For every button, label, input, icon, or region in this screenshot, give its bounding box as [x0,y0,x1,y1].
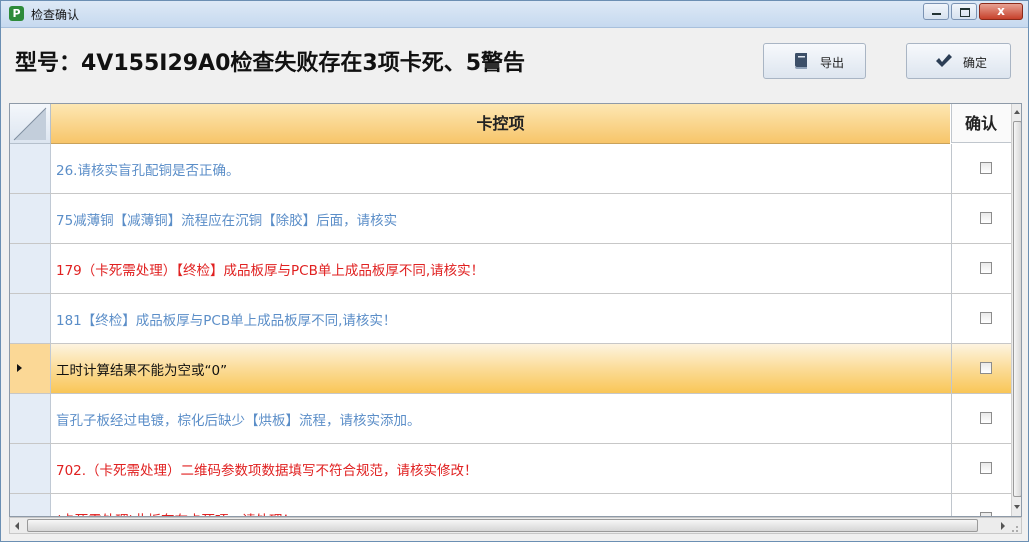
row-text: (卡死需处理)此板存在卡死项，请处理！ [56,509,296,516]
confirm-checkbox[interactable] [980,312,992,324]
corner-triangle-icon [13,107,47,141]
grid-corner-select-all[interactable] [10,104,51,144]
row-header[interactable] [10,344,51,393]
horizontal-scroll-thumb[interactable] [27,519,978,532]
row-text: 26.请核实盲孔配铜是否正确。 [56,163,240,179]
confirm-checkbox[interactable] [980,162,992,174]
row-header[interactable] [10,444,51,493]
minimize-button[interactable] [923,3,949,20]
row-text: 盲孔子板经过电镀，棕化后缺少【烘板】流程，请核实添加。 [56,413,421,429]
row-text: 181【终检】成品板厚与PCB单上成品板厚不同,请核实！ [56,313,397,329]
row-header[interactable] [10,244,51,293]
scroll-left-arrow-icon[interactable] [13,521,23,531]
table-row[interactable]: 702.（卡死需处理）二维码参数项数据填写不符合规范，请核实修改！ [10,444,1011,494]
confirm-checkbox[interactable] [980,262,992,274]
confirm-label: 确定 [963,56,988,70]
row-header[interactable] [10,294,51,343]
row-text: 702.（卡死需处理）二维码参数项数据填写不符合规范，请核实修改！ [56,463,478,479]
confirm-button[interactable]: 确定 [906,43,1011,79]
confirm-cell [951,294,1012,343]
export-label: 导出 [820,56,845,70]
table-row[interactable]: (卡死需处理)此板存在卡死项，请处理！ [10,494,1012,516]
window-title: 检查确认 [31,8,80,22]
row-header[interactable] [10,394,51,443]
resize-grip-icon[interactable] [1004,518,1020,534]
check-confirm-window: P 检查确认 x 型号：4V155I29A0检查失败存在3项卡死、5警告 导出 … [0,0,1029,542]
header-panel: 型号：4V155I29A0检查失败存在3项卡死、5警告 导出 确定 [1,28,1028,102]
confirm-cell [951,394,1012,443]
row-text: 179（卡死需处理）【终检】成品板厚与PCB单上成品板厚不同,请核实！ [56,263,485,279]
table-row[interactable]: 179（卡死需处理）【终检】成品板厚与PCB单上成品板厚不同,请核实！ [10,244,1011,294]
maximize-button[interactable] [951,3,977,20]
table-row[interactable]: 26.请核实盲孔配铜是否正确。 [10,144,1011,194]
export-button[interactable]: 导出 [763,43,866,79]
vertical-scrollbar[interactable] [1011,104,1021,516]
confirm-cell [951,194,1012,243]
app-logo-icon: P [9,6,24,21]
row-header[interactable] [10,144,51,193]
page-title: 型号：4V155I29A0检查失败存在3项卡死、5警告 [15,51,526,76]
confirm-cell [951,144,1012,193]
vertical-scroll-thumb[interactable] [1013,121,1021,497]
check-items-grid: 卡控项 确认 26.请核实盲孔配铜是否正确。 75减薄铜【减薄铜】流程应在沉铜【除… [9,103,1022,517]
column-header-control-item[interactable]: 卡控项 [51,104,950,144]
book-icon [795,53,807,69]
confirm-checkbox[interactable] [980,412,992,424]
title-bar[interactable]: P 检查确认 x [1,1,1028,28]
close-button[interactable]: x [979,3,1023,20]
table-row[interactable]: 75减薄铜【减薄铜】流程应在沉铜【除胶】后面，请核实 [10,194,1011,244]
table-row[interactable]: 盲孔子板经过电镀，棕化后缺少【烘板】流程，请核实添加。 [10,394,1011,444]
row-text: 工时计算结果不能为空或“0” [56,363,228,379]
confirm-cell [951,344,1012,393]
confirm-cell [951,494,1012,516]
row-header[interactable] [10,494,51,516]
column-header-confirm[interactable]: 确认 [951,104,1011,143]
confirm-cell [951,444,1012,493]
checkmark-icon [936,54,952,67]
table-row[interactable]: 181【终检】成品板厚与PCB单上成品板厚不同,请核实！ [10,294,1011,344]
confirm-checkbox[interactable] [980,212,992,224]
row-text: 75减薄铜【减薄铜】流程应在沉铜【除胶】后面，请核实 [56,213,398,229]
row-header[interactable] [10,194,51,243]
table-row[interactable]: 工时计算结果不能为空或“0” [10,344,1011,394]
confirm-checkbox[interactable] [980,362,992,374]
scroll-down-arrow-icon[interactable] [1013,502,1021,512]
scroll-up-arrow-icon[interactable] [1013,107,1021,117]
close-icon: x [997,4,1005,18]
confirm-cell [951,244,1012,293]
horizontal-scrollbar[interactable] [9,517,1022,534]
confirm-checkbox[interactable] [980,462,992,474]
